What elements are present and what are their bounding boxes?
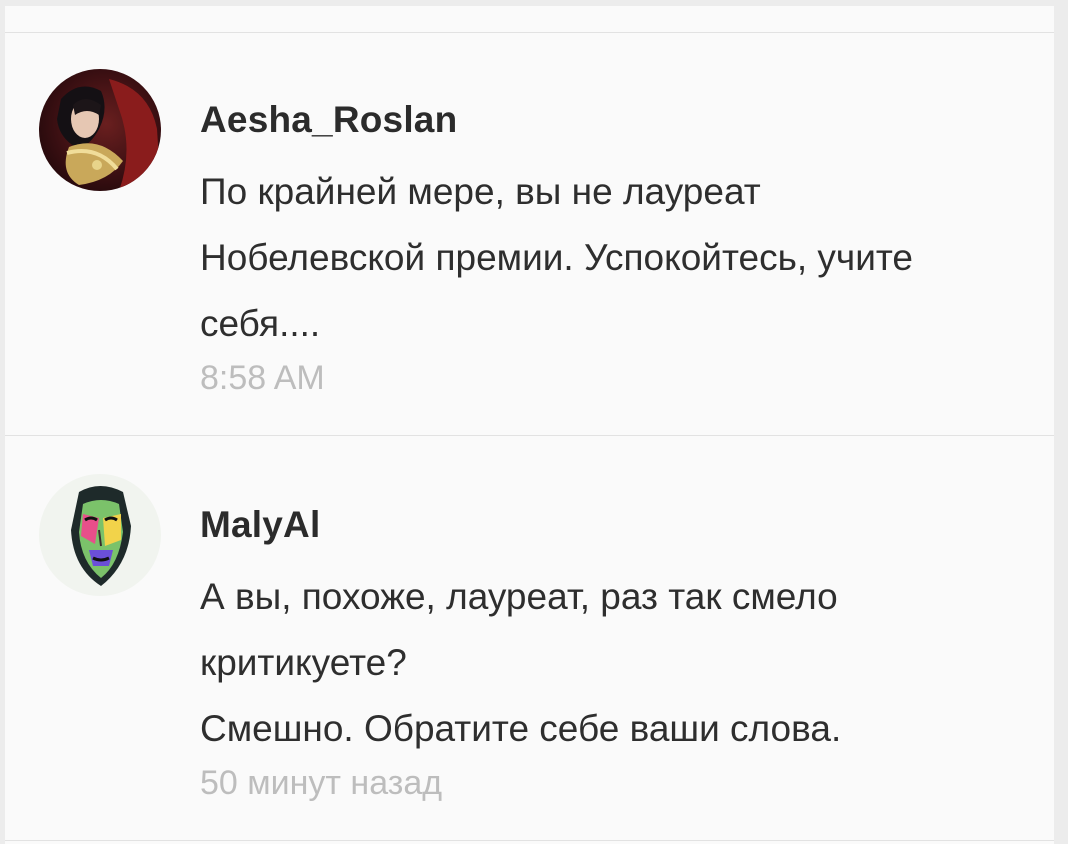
comment-text-line: А вы, похоже, лауреат, раз так смело — [200, 576, 838, 617]
avatar[interactable] — [39, 474, 161, 596]
comment-text-line: Нобелевской премии. Успокойтесь, учите — [200, 237, 913, 278]
comment-timestamp: 50 минут назад — [200, 764, 443, 802]
divider — [5, 840, 1054, 841]
screen: Aesha_Roslan По крайней мере, вы не лаур… — [0, 0, 1068, 844]
comment-text-line: критикуете? — [200, 642, 407, 683]
comment-text-line: Смешно. Обратите себе ваши слова. — [200, 708, 842, 749]
avatar-aesha-image — [39, 69, 161, 191]
comment-text-line: По крайней мере, вы не лауреат — [200, 171, 761, 212]
avatar-malyal-image — [39, 474, 161, 596]
comment-author[interactable]: MalyAl — [200, 504, 320, 546]
comment-author[interactable]: Aesha_Roslan — [200, 99, 457, 141]
avatar[interactable] — [39, 69, 161, 191]
comment-text-line: себя.... — [200, 303, 321, 344]
comment-item: Aesha_Roslan По крайней мере, вы не лаур… — [5, 33, 1054, 435]
comment-timestamp: 8:58 AM — [200, 359, 325, 397]
comment-item: MalyAl А вы, похоже, лауреат, раз так см… — [5, 436, 1054, 840]
comments-panel: Aesha_Roslan По крайней мере, вы не лаур… — [5, 6, 1054, 844]
